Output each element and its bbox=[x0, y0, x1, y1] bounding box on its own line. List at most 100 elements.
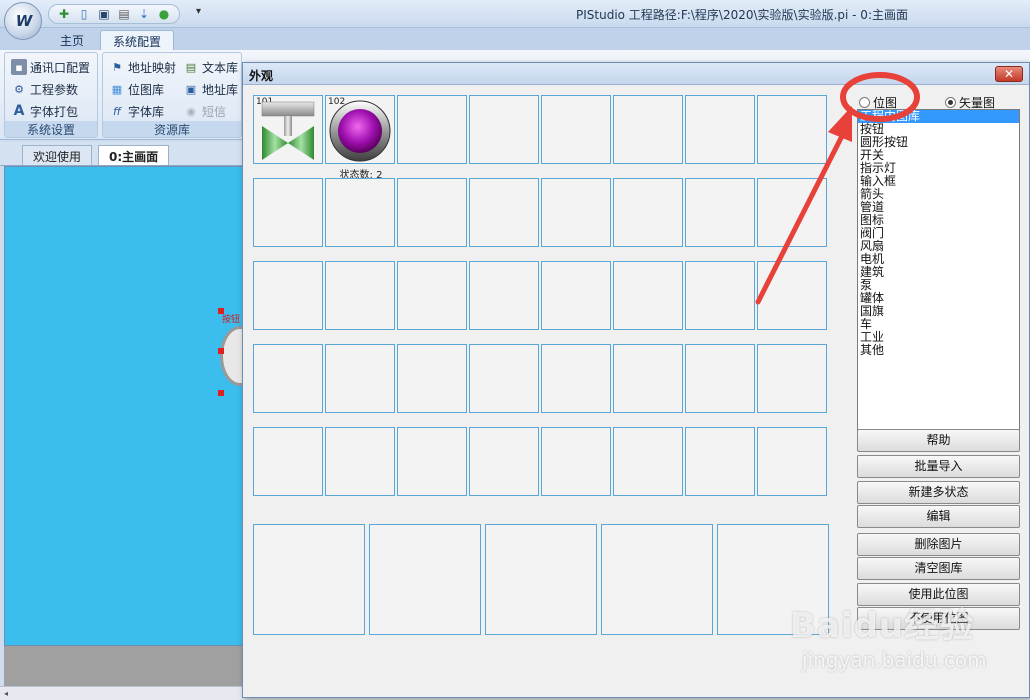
scroll-left-icon[interactable]: ◂ bbox=[4, 689, 16, 699]
address-library-button[interactable]: ▣ 地址库 bbox=[183, 79, 238, 99]
help-button[interactable]: 帮助 bbox=[857, 429, 1020, 452]
comm-port-config-button[interactable]: ▪ 通讯口配置 bbox=[11, 57, 90, 77]
tab-system-config[interactable]: 系统配置 bbox=[100, 30, 175, 50]
image-cell[interactable] bbox=[397, 344, 467, 413]
image-cell[interactable] bbox=[685, 344, 755, 413]
use-bitmap-button[interactable]: 使用此位图 bbox=[857, 583, 1020, 606]
image-cell[interactable] bbox=[613, 427, 683, 496]
image-cell[interactable] bbox=[397, 178, 467, 247]
title-bar: ✚ ▯ ▣ ▤ ⇣ ● ▾ PIStudio 工程路径:F:\程序\2020\实… bbox=[0, 0, 1030, 28]
project-params-button[interactable]: ⚙ 工程参数 bbox=[11, 79, 78, 99]
image-cell-large[interactable] bbox=[485, 524, 597, 635]
image-cell[interactable] bbox=[541, 178, 611, 247]
image-cell[interactable] bbox=[397, 427, 467, 496]
image-cell[interactable] bbox=[541, 427, 611, 496]
batch-import-button[interactable]: 批量导入 bbox=[857, 455, 1020, 478]
image-cell-large[interactable] bbox=[369, 524, 481, 635]
no-bitmap-button[interactable]: 不使用位图 bbox=[857, 607, 1020, 630]
print-preview-icon[interactable]: ▤ bbox=[115, 6, 133, 22]
image-cell[interactable] bbox=[541, 344, 611, 413]
clear-library-button[interactable]: 清空图库 bbox=[857, 557, 1020, 580]
doc-tab-welcome[interactable]: 欢迎使用 bbox=[22, 145, 93, 165]
category-item[interactable]: 其他 bbox=[858, 344, 1019, 357]
image-cell[interactable] bbox=[613, 95, 683, 164]
image-cell[interactable] bbox=[253, 178, 323, 247]
address-library-label: 地址库 bbox=[202, 82, 239, 97]
ribbon-tab-bar: 主页 系统配置 bbox=[0, 28, 1030, 50]
group-system-settings-label: 系统设置 bbox=[5, 121, 97, 137]
image-cell-large[interactable] bbox=[253, 524, 365, 635]
image-cell[interactable] bbox=[253, 261, 323, 330]
new-multistate-button[interactable]: 新建多状态 bbox=[857, 481, 1020, 504]
image-cell[interactable] bbox=[469, 344, 539, 413]
image-cell[interactable] bbox=[253, 427, 323, 496]
image-cell[interactable] bbox=[541, 261, 611, 330]
image-cell[interactable] bbox=[757, 261, 827, 330]
new-file-icon[interactable]: ✚ bbox=[55, 6, 73, 22]
image-cell[interactable] bbox=[757, 344, 827, 413]
open-icon[interactable]: ▯ bbox=[75, 6, 93, 22]
resize-handle[interactable] bbox=[218, 390, 224, 396]
category-item[interactable]: 建筑 bbox=[858, 266, 1019, 279]
quick-access-toolbar: ✚ ▯ ▣ ▤ ⇣ ● bbox=[48, 4, 180, 24]
download-icon[interactable]: ⇣ bbox=[135, 6, 153, 22]
image-cell[interactable] bbox=[685, 178, 755, 247]
font-pack-label: 字体打包 bbox=[30, 104, 79, 119]
category-item[interactable]: 国旗 bbox=[858, 305, 1019, 318]
image-cell[interactable] bbox=[325, 261, 395, 330]
image-cell-valve[interactable]: 101 bbox=[253, 95, 323, 164]
appearance-dialog: 外观 ✕ 101 102 bbox=[242, 62, 1030, 698]
address-map-icon: ⚑ bbox=[112, 60, 122, 74]
address-library-icon: ▣ bbox=[185, 82, 197, 96]
image-cell[interactable] bbox=[613, 344, 683, 413]
image-cell[interactable] bbox=[613, 261, 683, 330]
valve-icon bbox=[261, 101, 315, 160]
category-listbox[interactable]: 工程内图库 按钮 圆形按钮 开关 指示灯 输入框 箭头 管道 图标 阀门 风扇 电机 建筑泵罐体 国旗车工… bbox=[857, 109, 1020, 431]
image-cell[interactable] bbox=[613, 178, 683, 247]
app-logo[interactable]: W bbox=[4, 2, 42, 40]
image-cell[interactable] bbox=[325, 344, 395, 413]
font-icon: A bbox=[13, 103, 25, 119]
image-cell[interactable] bbox=[325, 427, 395, 496]
image-cell[interactable] bbox=[397, 261, 467, 330]
image-cell[interactable] bbox=[397, 95, 467, 164]
image-cell[interactable] bbox=[757, 427, 827, 496]
gear-icon: ⚙ bbox=[14, 82, 24, 96]
save-icon[interactable]: ▣ bbox=[95, 6, 113, 22]
edit-button[interactable]: 编辑 bbox=[857, 505, 1020, 528]
sms-icon: ◉ bbox=[186, 104, 196, 118]
tab-home[interactable]: 主页 bbox=[48, 30, 96, 50]
font-pack-button[interactable]: A 字体打包 bbox=[11, 101, 78, 121]
resize-handle[interactable] bbox=[218, 348, 224, 354]
image-cell[interactable] bbox=[469, 178, 539, 247]
image-cell[interactable] bbox=[541, 95, 611, 164]
delete-image-button[interactable]: 删除图片 bbox=[857, 533, 1020, 556]
qat-dropdown-icon[interactable]: ▾ bbox=[196, 6, 201, 17]
image-cell[interactable] bbox=[469, 427, 539, 496]
project-params-label: 工程参数 bbox=[30, 82, 79, 97]
run-icon[interactable]: ● bbox=[155, 6, 173, 22]
dialog-title-bar[interactable]: 外观 ✕ bbox=[243, 63, 1029, 85]
bitmap-icon: ▦ bbox=[111, 82, 123, 96]
close-button[interactable]: ✕ bbox=[995, 66, 1023, 82]
image-cell[interactable] bbox=[325, 178, 395, 247]
image-cell[interactable] bbox=[757, 95, 827, 164]
bitmap-library-button[interactable]: ▦ 位图库 bbox=[109, 79, 164, 99]
address-map-button[interactable]: ⚑ 地址映射 bbox=[109, 57, 176, 77]
image-cell-large[interactable] bbox=[717, 524, 829, 635]
image-cell[interactable] bbox=[757, 178, 827, 247]
image-cell[interactable] bbox=[253, 344, 323, 413]
radio-indicator bbox=[859, 97, 870, 108]
image-cell[interactable] bbox=[685, 95, 755, 164]
image-cell[interactable] bbox=[469, 95, 539, 164]
image-cell-round-button[interactable]: 102 状态数: 2 bbox=[325, 95, 395, 181]
image-cell[interactable] bbox=[685, 261, 755, 330]
comm-port-icon: ▪ bbox=[11, 59, 27, 75]
image-cell[interactable] bbox=[469, 261, 539, 330]
doc-tab-main-screen[interactable]: 0:主画面 bbox=[98, 145, 170, 165]
image-cell[interactable] bbox=[685, 427, 755, 496]
font-library-button[interactable]: ff 字体库 bbox=[109, 101, 164, 121]
sms-button[interactable]: ◉ 短信 bbox=[183, 101, 226, 121]
text-library-button[interactable]: ▤ 文本库 bbox=[183, 57, 238, 77]
image-cell-large[interactable] bbox=[601, 524, 713, 635]
